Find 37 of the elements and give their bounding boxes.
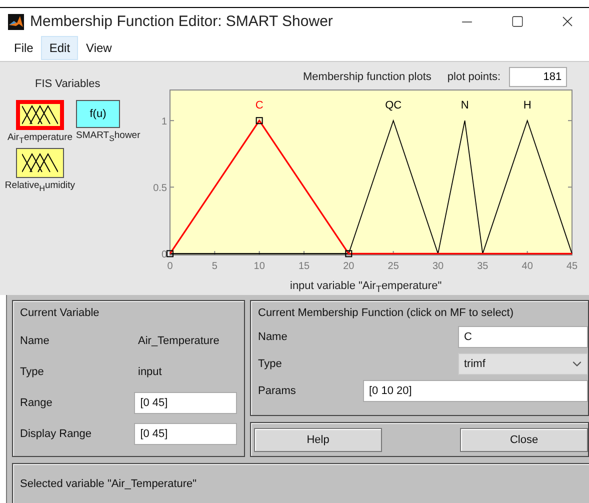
field-label: Range <box>20 396 54 408</box>
field-label: Display Range <box>20 428 93 440</box>
curve-label: N <box>460 99 469 112</box>
status-text: Selected variable "Air_Temperature" <box>20 478 197 490</box>
field-label: Name <box>258 330 288 342</box>
field-label: Type <box>20 366 45 378</box>
x-tick-label: 20 <box>343 260 354 272</box>
curve-label: QC <box>385 99 402 112</box>
x-axis-label: input variable "Air$_{T}$emperature" <box>290 280 442 294</box>
plot-title: Membership function plots <box>303 71 432 84</box>
field-value: Air_Temperature <box>138 334 220 346</box>
fis-variables-title: FIS Variables <box>35 78 102 90</box>
field-label: Type <box>258 358 283 370</box>
field-value: input <box>138 366 162 378</box>
curve-label: C <box>255 99 264 112</box>
variable-label: SMART$_{S}$hower <box>76 130 140 143</box>
x-tick-label: 45 <box>566 260 578 272</box>
y-tick-label: 1 <box>161 116 167 128</box>
curve-label: H <box>523 99 532 112</box>
variable-label: Air$_{T}$emperature <box>7 132 73 145</box>
x-tick-label: 40 <box>522 260 533 272</box>
x-tick-label: 15 <box>298 260 310 272</box>
x-tick-label: 25 <box>388 260 399 272</box>
x-tick-label: 0 <box>167 260 173 272</box>
x-tick-label: 5 <box>212 260 218 272</box>
plot-points-label: plot points: <box>447 71 501 84</box>
field-label: Params <box>258 384 297 396</box>
y-tick-label: 0.5 <box>153 182 167 194</box>
panel-title: Current Variable <box>20 307 100 319</box>
y-tick-label: 0 <box>161 249 167 260</box>
panel-title: Current Membership Function (click on MF to select) <box>258 307 515 319</box>
x-tick-label: 35 <box>477 260 488 272</box>
window-title: Membership Function Editor: SMART Shower <box>30 13 334 30</box>
field-label: Name <box>20 334 50 346</box>
x-tick-label: 10 <box>254 260 265 272</box>
x-tick-label: 30 <box>432 260 444 272</box>
variable-label: Relative$_{H}$umidity <box>4 180 76 193</box>
